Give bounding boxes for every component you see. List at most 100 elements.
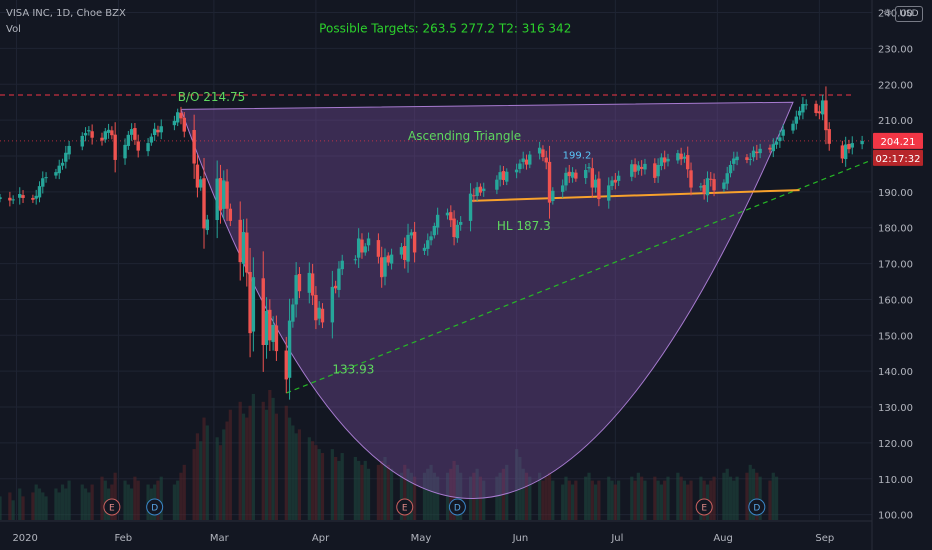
- candle-body: [699, 186, 703, 188]
- candle-body: [597, 178, 601, 200]
- candle-body: [771, 144, 775, 152]
- candle-body: [149, 136, 154, 143]
- candle-body: [182, 117, 186, 132]
- candle-body: [547, 161, 552, 203]
- volume-bar: [176, 480, 180, 520]
- candle-body: [228, 208, 233, 221]
- volume-bar: [337, 460, 341, 520]
- candle-body: [146, 143, 150, 152]
- candle-body: [317, 307, 321, 319]
- volume-bar: [676, 472, 680, 520]
- volume-bar: [100, 476, 104, 520]
- candle-body: [330, 286, 335, 323]
- candle-body: [245, 232, 249, 273]
- candle-body: [363, 246, 367, 253]
- volume-bar: [130, 488, 134, 520]
- currency-button[interactable]: USD: [895, 6, 923, 22]
- volume-bar: [547, 472, 552, 520]
- candle-body: [847, 143, 851, 150]
- dividend-marker[interactable]: D: [748, 498, 766, 516]
- candle-body: [514, 169, 519, 173]
- candle-body: [452, 218, 456, 238]
- candle-body: [616, 175, 621, 181]
- volume-bar: [607, 476, 611, 520]
- volume-bar: [287, 417, 292, 520]
- candle-body: [564, 172, 568, 186]
- volume-bar: [363, 460, 367, 520]
- candle-body: [202, 178, 206, 229]
- volume-bar: [617, 480, 621, 520]
- volume-bar: [64, 488, 68, 520]
- candle-body: [406, 234, 410, 262]
- y-tick-label: 150.00: [878, 331, 913, 342]
- candle-body: [843, 144, 848, 160]
- candle-body: [817, 111, 822, 114]
- candle-body: [18, 194, 22, 198]
- candle-body: [537, 147, 542, 154]
- candle-body: [653, 163, 657, 178]
- candle-body: [175, 112, 180, 123]
- candle-body: [630, 164, 634, 177]
- volume-indicator-label[interactable]: Vol: [6, 24, 21, 35]
- volume-bar: [0, 496, 2, 520]
- volume-bar: [679, 476, 683, 520]
- candle-body: [791, 123, 795, 131]
- chart-annotation: B/O 214.75: [178, 90, 246, 104]
- earnings-marker[interactable]: E: [695, 498, 713, 516]
- candle-body: [80, 135, 84, 147]
- dividend-marker[interactable]: D: [448, 498, 466, 516]
- candle-body: [291, 304, 295, 322]
- candle-body: [541, 149, 545, 158]
- candle-body: [67, 145, 71, 155]
- candle-body: [528, 154, 532, 165]
- candle-body: [860, 140, 864, 145]
- volume-bar: [291, 425, 295, 520]
- marker-label: D: [151, 504, 158, 514]
- dividend-marker[interactable]: D: [146, 498, 164, 516]
- price-chart[interactable]: Possible Targets: 263.5 277.2 T2: 316 34…: [0, 0, 932, 550]
- gear-icon[interactable]: ⚙: [883, 8, 892, 19]
- candle-body: [689, 170, 693, 188]
- candle-body: [827, 129, 831, 144]
- candle-body: [294, 275, 298, 305]
- volume-bar: [564, 476, 568, 520]
- candle-body: [560, 185, 565, 192]
- candle-body: [686, 155, 690, 170]
- candle-body: [778, 137, 782, 142]
- x-tick-label: 2020: [12, 533, 37, 544]
- marker-label: E: [402, 504, 408, 514]
- candle-body: [455, 224, 460, 239]
- volume-bar: [41, 492, 45, 520]
- volume-bar: [561, 484, 565, 520]
- volume-bar: [682, 480, 687, 520]
- candle-body: [781, 129, 785, 136]
- candle-body: [271, 324, 275, 342]
- candle-body: [432, 225, 437, 236]
- candle-body: [11, 199, 15, 201]
- candle-body: [90, 131, 94, 138]
- candle-body: [248, 272, 252, 334]
- candle-body: [505, 171, 509, 182]
- candle-body: [64, 152, 68, 162]
- candle-body: [205, 219, 210, 231]
- candle-body: [804, 104, 808, 106]
- earnings-marker[interactable]: E: [396, 498, 414, 516]
- marker-label: E: [109, 504, 115, 514]
- candle-body: [472, 195, 476, 197]
- candle-body: [297, 273, 302, 292]
- candle-body: [34, 195, 38, 199]
- marker-label: D: [753, 504, 760, 514]
- candle-body: [274, 325, 279, 352]
- chart-annotation: Possible Targets: 263.5 277.2 T2: 316 34…: [319, 21, 571, 35]
- candle-body: [195, 164, 200, 188]
- candle-body: [659, 157, 664, 167]
- earnings-marker[interactable]: E: [103, 498, 121, 516]
- candle-body: [705, 178, 710, 196]
- candle-body: [610, 180, 614, 186]
- candle-body: [412, 231, 417, 253]
- countdown-label: 02:17:32: [876, 154, 921, 165]
- candle-body: [136, 141, 140, 151]
- candle-body: [87, 130, 91, 132]
- candle-body: [403, 246, 407, 260]
- candle-body: [422, 247, 427, 251]
